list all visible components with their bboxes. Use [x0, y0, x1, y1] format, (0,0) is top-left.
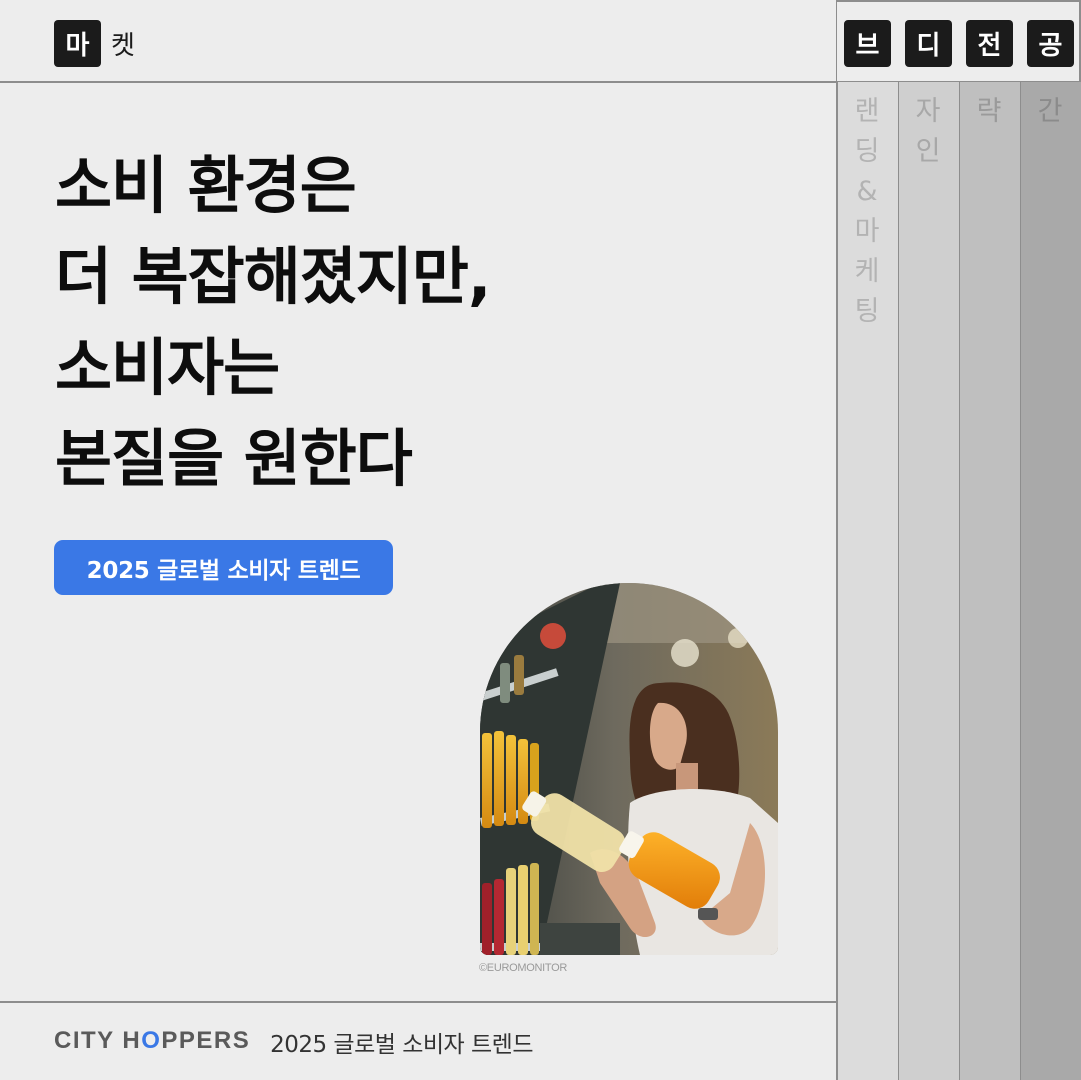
logo-text-pre: CITY H: [54, 1027, 142, 1054]
tab-marketing-chip[interactable]: 마: [54, 20, 101, 67]
headline-line: 본질을 원한다: [55, 422, 413, 495]
footer-divider: [0, 1001, 837, 1003]
city-hoppers-logo: CITY HOPPERS: [54, 1027, 250, 1055]
footer-title: 2025 글로벌 소비자 트렌드: [270, 1032, 533, 1058]
side-tab-chip[interactable]: 브: [844, 20, 891, 67]
side-tab-chip[interactable]: 공: [1027, 20, 1074, 67]
side-tab-chip[interactable]: 전: [966, 20, 1013, 67]
side-tab-label-char: 팅: [854, 296, 880, 327]
side-tab-label-char: 간: [1037, 96, 1063, 127]
main-panel: 마 켓 소비 환경은 더 복잡해졌지만, 소비자는 본질을 원한다 2025 글…: [0, 0, 837, 1080]
side-tab-label-char: 마: [854, 216, 880, 247]
shopper-photo-illustration: [480, 583, 778, 955]
trend-tag-button[interactable]: 2025 글로벌 소비자 트렌드: [54, 540, 393, 595]
photo-credit: ©EUROMONITOR: [479, 962, 568, 974]
side-tab-column[interactable]: [959, 82, 1020, 1080]
side-tab-label-char: 케: [854, 256, 880, 287]
headline-line: 소비 환경은: [55, 149, 357, 222]
side-tab-vertical-label: 간: [1020, 92, 1080, 132]
side-tab-vertical-label: 략: [959, 92, 1019, 132]
side-tab-label-char: 략: [976, 96, 1002, 127]
side-tab-column[interactable]: [898, 82, 959, 1080]
headline: 소비 환경은 더 복잡해졌지만, 소비자는 본질을 원한다: [55, 140, 675, 504]
side-tab-chip[interactable]: 디: [905, 20, 952, 67]
side-tab-label-char: 인: [915, 136, 941, 167]
side-tab-label-char: 자: [915, 96, 941, 127]
shopper-photo: [480, 583, 778, 955]
side-tab-label-char: &: [856, 176, 878, 207]
headline-line: 소비자는: [55, 331, 280, 404]
side-tab-label-char: 랜: [854, 96, 880, 127]
headline-line: 더 복잡해졌지만,: [55, 240, 491, 313]
logo-mark: O: [141, 1027, 162, 1054]
side-tab-label-char: 딩: [854, 136, 880, 167]
tab-marketing-label[interactable]: 켓: [111, 20, 135, 67]
side-tab-column[interactable]: [1020, 82, 1081, 1080]
logo-text-post: PPERS: [161, 1027, 251, 1054]
side-tab-vertical-label: 자인: [898, 92, 958, 172]
side-tab-vertical-label: 랜 딩 & 마 케 팅: [837, 92, 897, 332]
